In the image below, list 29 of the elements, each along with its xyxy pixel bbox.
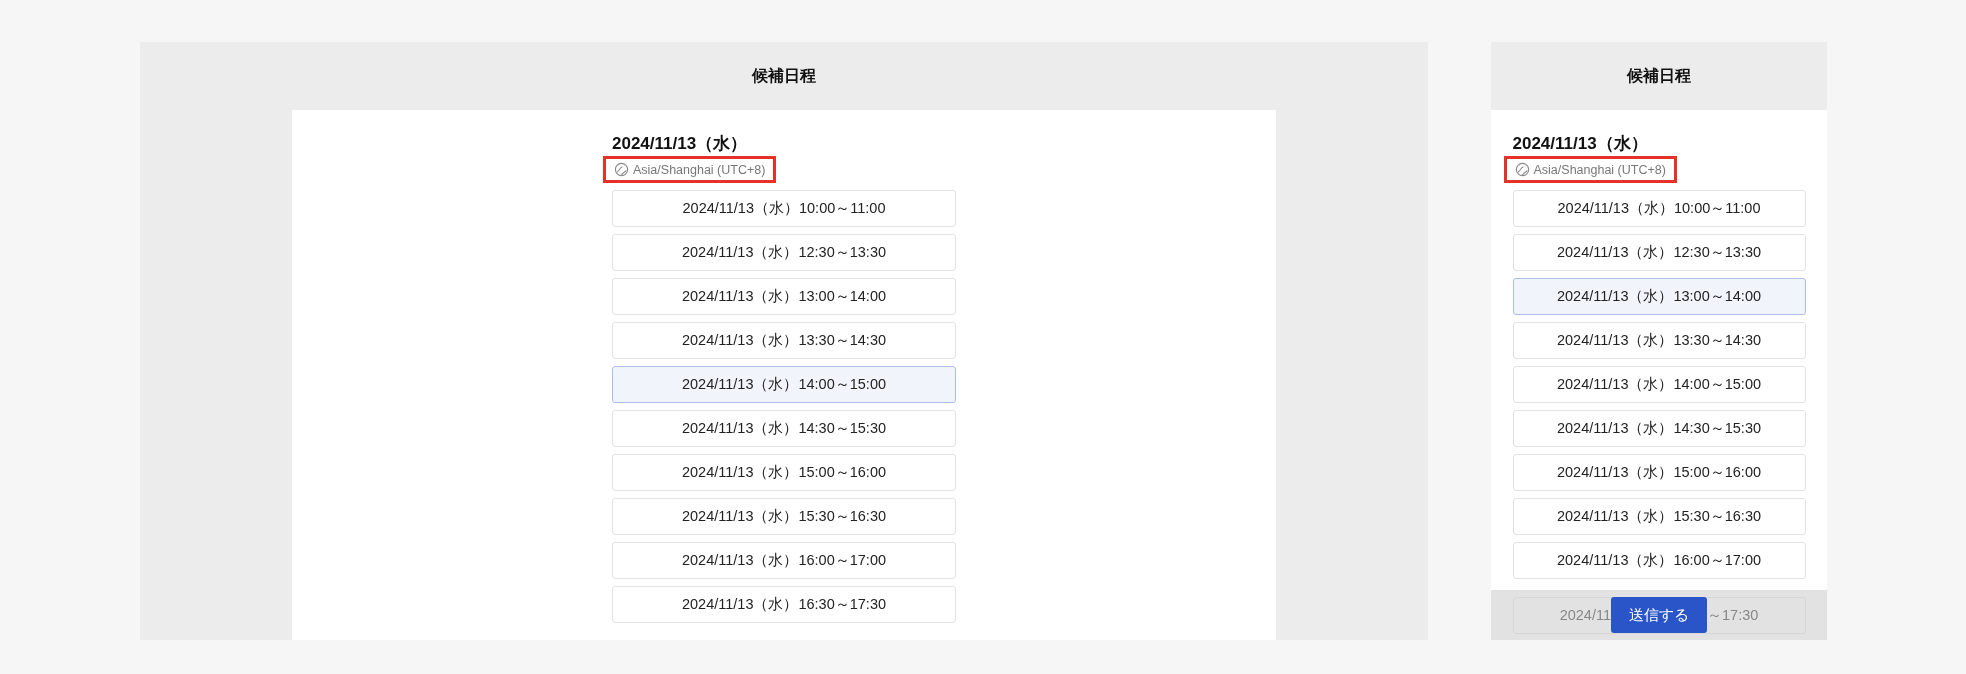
- time-slot[interactable]: 2024/11/13（水）13:30～14:30: [612, 322, 956, 359]
- time-slot[interactable]: 2024/11 送信する ～17:30: [1512, 596, 1806, 634]
- time-slot[interactable]: 2024/11/13（水）15:30～16:30: [1512, 498, 1806, 535]
- timezone-label: Asia/Shanghai (UTC+8): [633, 162, 766, 177]
- panel-title: 候補日程: [752, 65, 816, 86]
- time-slot[interactable]: 2024/11/13（水）12:30～13:30: [612, 234, 956, 271]
- time-slot[interactable]: 2024/11/13（水）14:00～15:00: [1512, 366, 1806, 403]
- time-slot[interactable]: 2024/11/13（水）14:30～15:30: [1512, 410, 1806, 447]
- globe-icon: [1514, 162, 1530, 177]
- time-slot[interactable]: 2024/11/13（水）10:00～11:00: [612, 190, 956, 227]
- timezone-label: Asia/Shanghai (UTC+8): [1533, 162, 1666, 177]
- time-slot[interactable]: 2024/11/13（水）15:30～16:30: [612, 498, 956, 535]
- time-slot[interactable]: 2024/11/13（水）15:00～16:00: [612, 454, 956, 491]
- submit-button[interactable]: 送信する: [1611, 597, 1707, 633]
- time-slot[interactable]: 2024/11/13（水）13:00～14:00: [1512, 278, 1806, 315]
- time-slot[interactable]: 2024/11/13（水）14:00～15:00: [612, 366, 956, 403]
- time-slot[interactable]: 2024/11/13（水）12:30～13:30: [1512, 234, 1806, 271]
- time-slot[interactable]: 2024/11/13（水）15:00～16:00: [1512, 454, 1806, 491]
- time-slot[interactable]: 2024/11/13（水）13:30～14:30: [1512, 322, 1806, 359]
- date-heading: 2024/11/13（水）: [1512, 133, 1649, 155]
- time-slot[interactable]: 2024/11/13（水）14:30～15:30: [612, 410, 956, 447]
- time-slot[interactable]: 2024/11/13（水）16:30～17:30: [612, 586, 956, 623]
- time-slot[interactable]: 2024/11/13（水）16:00～17:00: [612, 542, 956, 579]
- time-slot[interactable]: 2024/11/13（水）16:00～17:00: [1512, 542, 1806, 579]
- time-slot[interactable]: 2024/11/13（水）13:00～14:00: [612, 278, 956, 315]
- panel-title: 候補日程: [1627, 65, 1691, 86]
- date-heading: 2024/11/13（水）: [612, 133, 749, 155]
- time-slot[interactable]: 2024/11/13（水）10:00～11:00: [1512, 190, 1806, 227]
- globe-icon: [614, 162, 629, 177]
